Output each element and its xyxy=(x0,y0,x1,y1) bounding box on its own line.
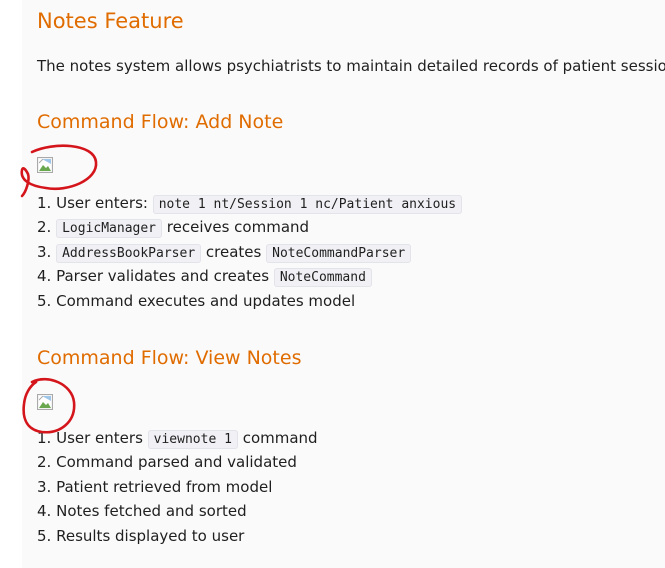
inline-code: AddressBookParser xyxy=(56,243,202,263)
inline-code: NoteCommandParser xyxy=(266,243,412,263)
step-number: 2. xyxy=(37,453,52,472)
list-item: 1. User enters: note 1 nt/Session 1 nc/P… xyxy=(37,191,463,215)
step-number: 3. xyxy=(37,477,52,496)
step-text: User enters xyxy=(56,429,148,447)
step-text: creates xyxy=(201,242,267,261)
step-number: 1. xyxy=(37,429,52,447)
step-text: Results displayed to user xyxy=(56,526,245,545)
broken-image-icon xyxy=(37,394,53,410)
list-item: 2. Command parsed and validated xyxy=(37,450,318,474)
list-item: 4. Notes fetched and sorted xyxy=(37,499,318,523)
step-text: command xyxy=(237,429,318,447)
view-notes-steps: 1. User enters viewnote 1 command 2. Com… xyxy=(37,426,318,548)
intro-paragraph: The notes system allows psychiatrists to… xyxy=(37,57,665,75)
list-item: 4. Parser validates and creates NoteComm… xyxy=(37,264,462,288)
step-number: 4. xyxy=(37,267,52,286)
step-number: 5. xyxy=(37,526,52,545)
inline-code: note 1 nt/Session 1 nc/Patient anxious xyxy=(152,195,463,214)
list-item: 2. LogicManager receives command xyxy=(37,215,462,239)
step-number: 3. xyxy=(37,242,52,261)
page-title: Notes Feature xyxy=(37,9,184,33)
step-text: receives command xyxy=(162,218,310,237)
list-item: 3. AddressBookParser creates NoteCommand… xyxy=(37,240,462,264)
list-item: 5. Results displayed to user xyxy=(37,524,318,548)
document-page: Notes Feature The notes system allows ps… xyxy=(0,0,665,568)
section-heading-view-notes: Command Flow: View Notes xyxy=(37,347,302,369)
broken-image-icon xyxy=(37,157,53,173)
list-item: 5. Command executes and updates model xyxy=(37,289,462,313)
step-number: 4. xyxy=(37,502,52,521)
step-number: 2. xyxy=(37,218,52,237)
step-text: User enters: xyxy=(56,194,153,212)
list-item: 3. Patient retrieved from model xyxy=(37,475,318,499)
section-heading-add-note: Command Flow: Add Note xyxy=(37,111,284,133)
list-item: 1. User enters viewnote 1 command xyxy=(37,426,318,450)
step-text: Command parsed and validated xyxy=(56,453,297,472)
step-text: Command executes and updates model xyxy=(56,291,356,310)
step-text: Notes fetched and sorted xyxy=(56,502,247,521)
step-number: 5. xyxy=(37,291,52,310)
add-note-steps: 1. User enters: note 1 nt/Session 1 nc/P… xyxy=(37,191,463,313)
step-number: 1. xyxy=(37,194,52,212)
step-text: Parser validates and creates xyxy=(56,267,274,286)
inline-code: viewnote 1 xyxy=(147,430,238,449)
inline-code: NoteCommand xyxy=(273,268,372,288)
inline-code: LogicManager xyxy=(56,219,163,239)
step-text: Patient retrieved from model xyxy=(56,477,273,496)
